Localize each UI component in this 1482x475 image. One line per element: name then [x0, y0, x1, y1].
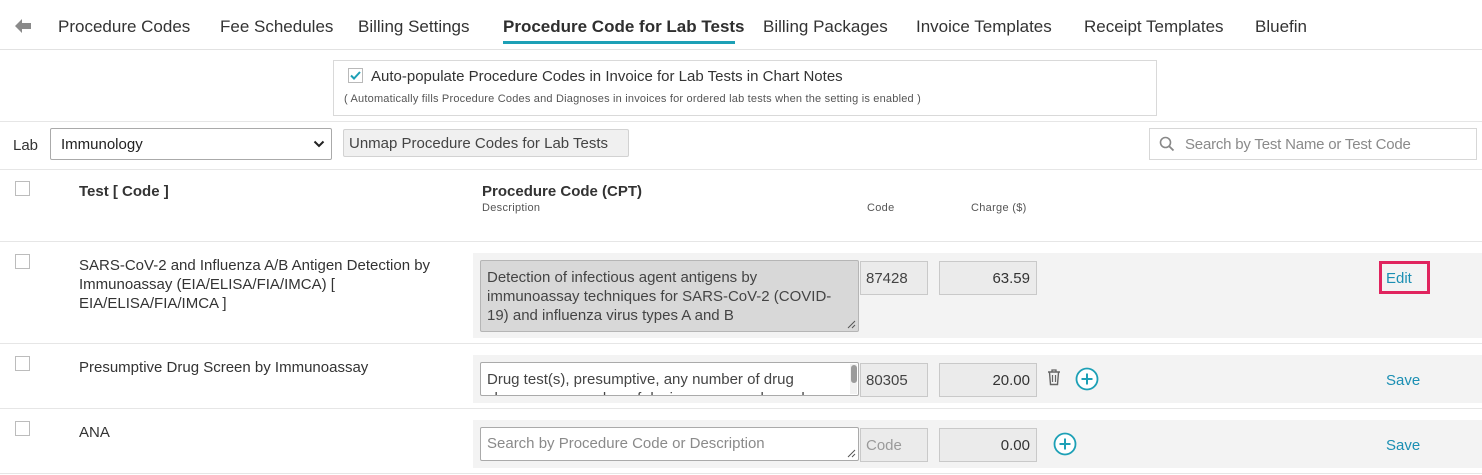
- add-procedure-button[interactable]: [1075, 367, 1099, 395]
- divider: [0, 473, 1482, 474]
- procedure-code-field[interactable]: Code: [860, 428, 928, 462]
- tab-billing-settings[interactable]: Billing Settings: [358, 16, 470, 38]
- divider: [0, 241, 1482, 242]
- back-button[interactable]: [10, 15, 36, 37]
- arrow-left-icon: [15, 19, 31, 33]
- procedure-description-text: Detection of infectious agent antigens b…: [487, 269, 832, 324]
- charge-field[interactable]: 20.00: [939, 363, 1037, 397]
- top-tab-bar: Procedure Codes Fee Schedules Billing Se…: [0, 0, 1482, 50]
- edit-link[interactable]: Edit: [1386, 270, 1412, 287]
- trash-icon: [1048, 369, 1060, 386]
- divider: [0, 408, 1482, 409]
- tab-procedure-code-for-lab-tests[interactable]: Procedure Code for Lab Tests: [503, 16, 745, 38]
- add-procedure-button[interactable]: [1053, 432, 1077, 460]
- divider: [0, 343, 1482, 344]
- charge-field: 63.59: [939, 261, 1037, 295]
- auto-populate-setting: Auto-populate Procedure Codes in Invoice…: [333, 60, 1157, 116]
- description-scrollbar-thumb[interactable]: [851, 365, 857, 383]
- auto-populate-label: Auto-populate Procedure Codes in Invoice…: [371, 68, 843, 85]
- divider: [0, 169, 1482, 170]
- test-name: SARS-CoV-2 and Influenza A/B Antigen Det…: [79, 257, 431, 312]
- search-icon: [1159, 136, 1175, 152]
- lab-label: Lab: [13, 137, 39, 154]
- test-search-input[interactable]: [1183, 130, 1473, 158]
- column-header-charge: Charge ($): [971, 202, 1027, 214]
- column-header-test: Test [ Code ]: [79, 183, 169, 200]
- procedure-search-field[interactable]: Search by Procedure Code or Description: [480, 427, 859, 461]
- charge-field[interactable]: 0.00: [939, 428, 1037, 462]
- plus-circle-icon: [1053, 432, 1077, 456]
- chevron-down-icon: [313, 140, 325, 148]
- auto-populate-note: ( Automatically fills Procedure Codes an…: [344, 93, 921, 105]
- procedure-code-field: 87428: [860, 261, 928, 295]
- active-tab-indicator: [503, 41, 735, 44]
- tab-bluefin[interactable]: Bluefin: [1255, 16, 1307, 38]
- tab-billing-packages[interactable]: Billing Packages: [763, 16, 888, 38]
- test-name: ANA: [79, 424, 110, 441]
- test-name: Presumptive Drug Screen by Immunoassay: [79, 359, 369, 376]
- row-checkbox[interactable]: [15, 421, 30, 436]
- procedure-description-field[interactable]: Drug test(s), presumptive, any number of…: [480, 362, 859, 396]
- save-link[interactable]: Save: [1386, 437, 1420, 454]
- tab-receipt-templates[interactable]: Receipt Templates: [1084, 16, 1224, 38]
- procedure-code-field: 80305: [860, 363, 928, 397]
- test-search-box: [1149, 128, 1477, 160]
- resize-grip-icon: [847, 320, 856, 329]
- tab-procedure-codes[interactable]: Procedure Codes: [58, 16, 190, 38]
- save-link[interactable]: Save: [1386, 372, 1420, 389]
- procedure-search-placeholder: Search by Procedure Code or Description: [487, 435, 765, 452]
- tab-fee-schedules[interactable]: Fee Schedules: [220, 16, 333, 38]
- column-header-description: Description: [482, 202, 541, 214]
- auto-populate-checkbox[interactable]: [348, 68, 363, 83]
- procedure-description-field[interactable]: Detection of infectious agent antigens b…: [480, 260, 859, 332]
- row-checkbox[interactable]: [15, 254, 30, 269]
- select-all-checkbox[interactable]: [15, 181, 30, 196]
- unmap-procedure-codes-button[interactable]: Unmap Procedure Codes for Lab Tests: [343, 129, 629, 157]
- lab-select-value: Immunology: [61, 136, 143, 153]
- resize-grip-icon: [847, 449, 856, 458]
- plus-circle-icon: [1075, 367, 1099, 391]
- delete-button[interactable]: [1046, 368, 1062, 390]
- divider: [0, 121, 1482, 122]
- procedure-description-text: Drug test(s), presumptive, any number of…: [487, 371, 817, 395]
- column-header-code: Code: [867, 202, 895, 214]
- row-checkbox[interactable]: [15, 356, 30, 371]
- column-header-procedure-code: Procedure Code (CPT): [482, 183, 643, 200]
- tab-invoice-templates[interactable]: Invoice Templates: [916, 16, 1052, 38]
- checkmark-icon: [350, 71, 361, 80]
- lab-select[interactable]: Immunology: [50, 128, 332, 160]
